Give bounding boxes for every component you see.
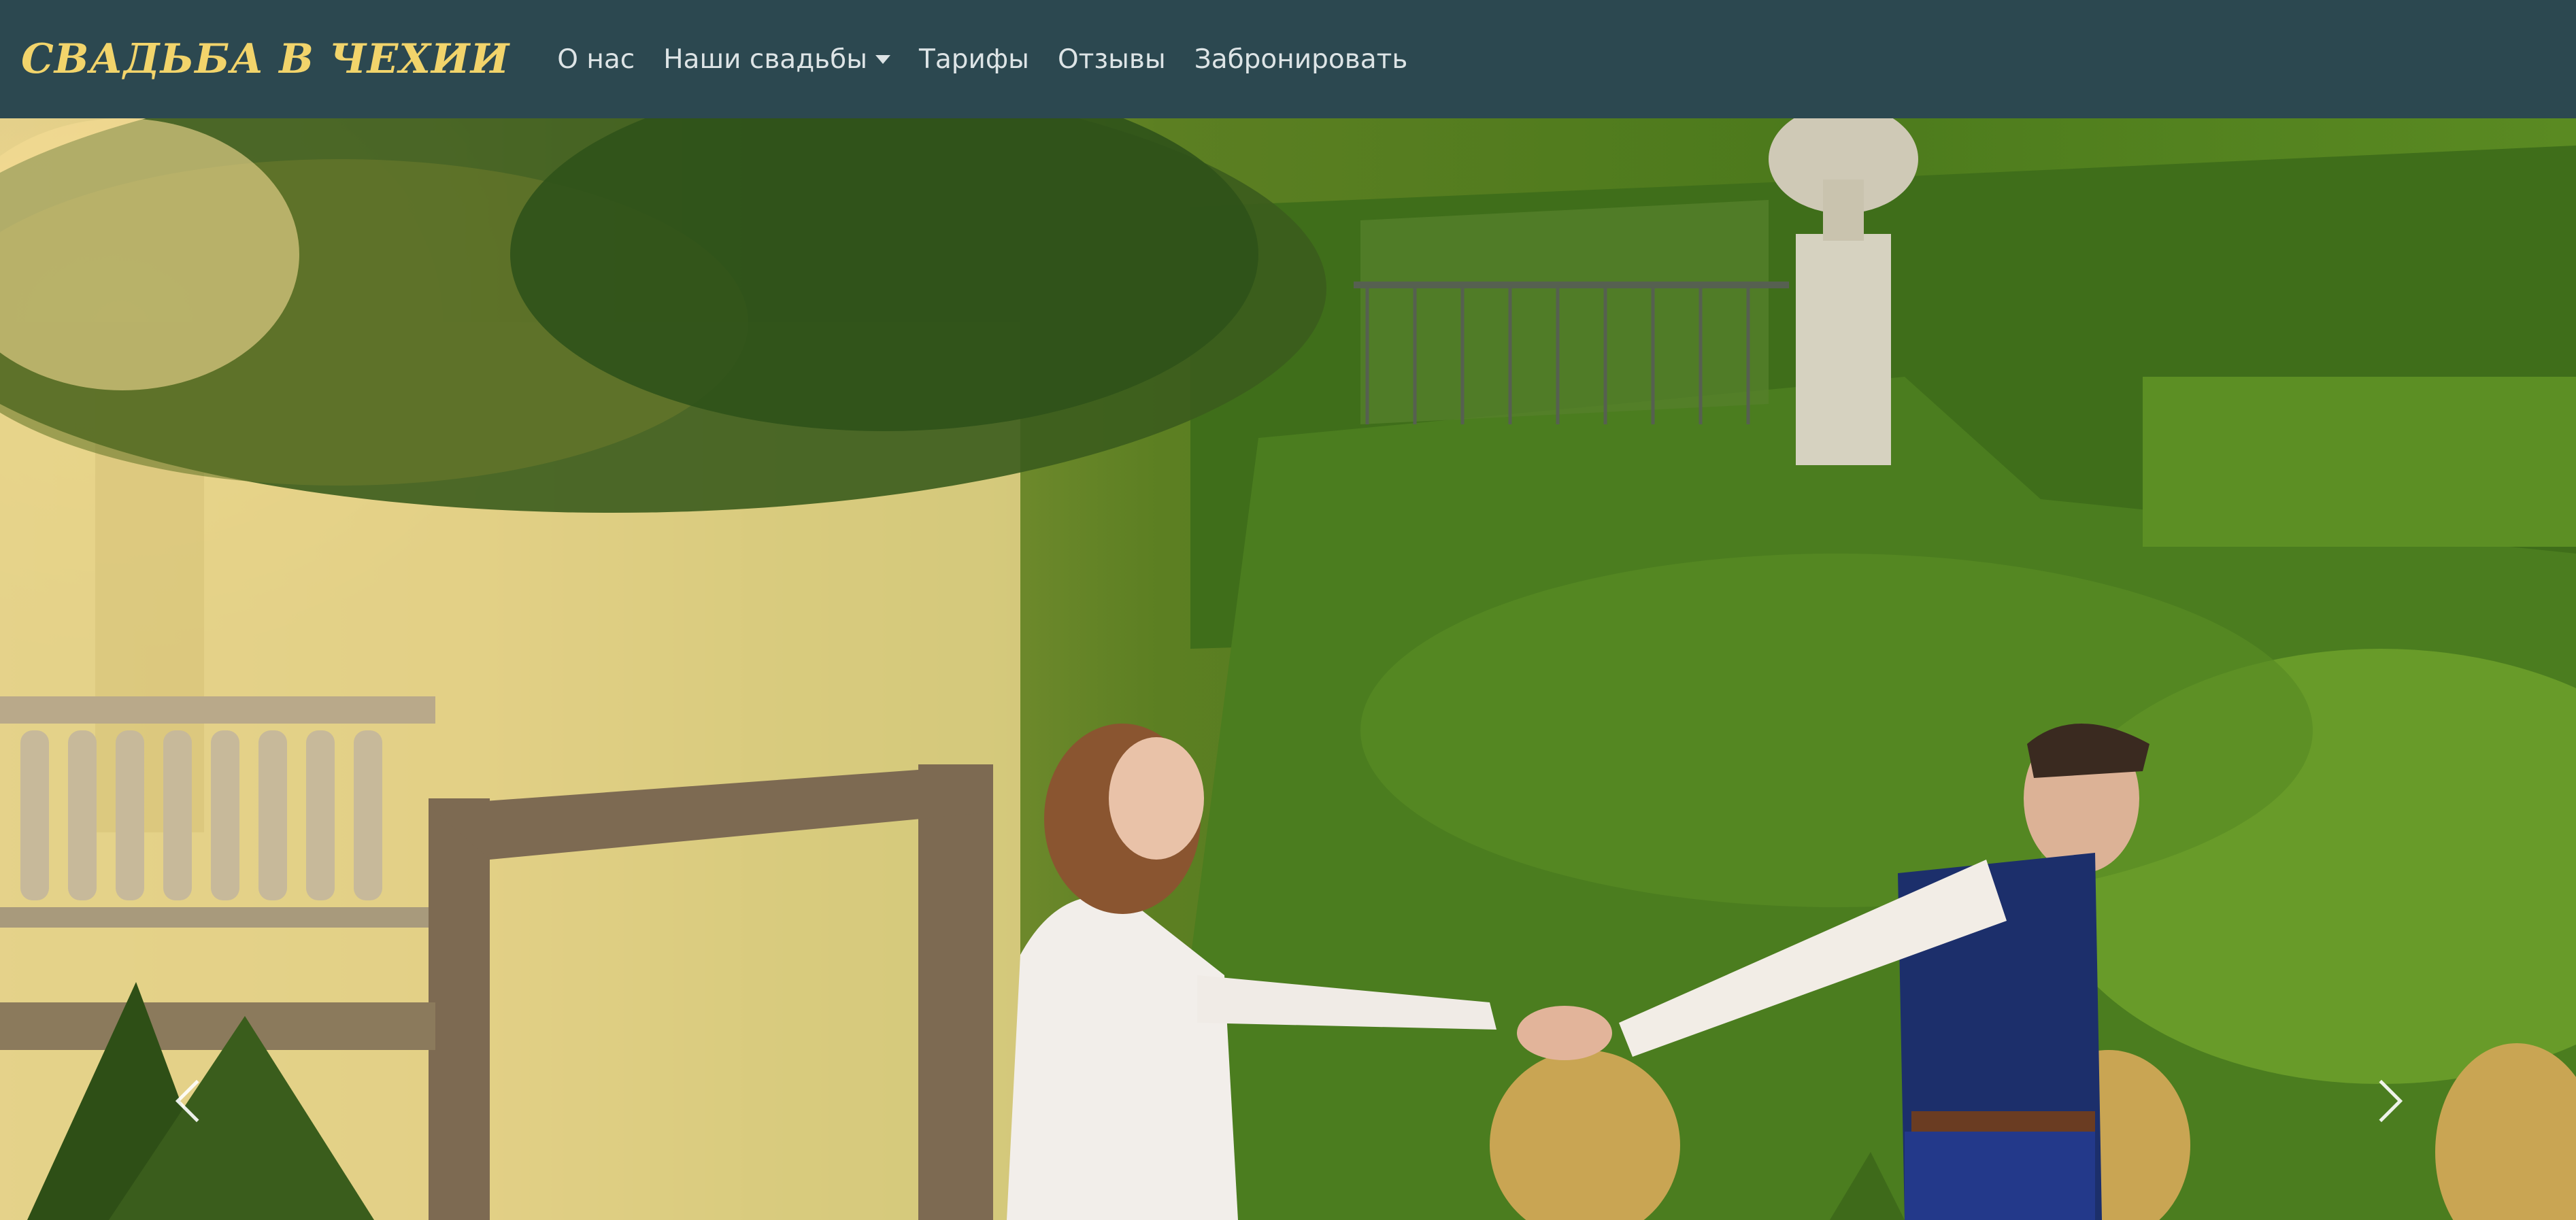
nav-link-about[interactable]: О нас [557, 44, 635, 75]
nav-link-our-weddings-label: Наши свадьбы [663, 44, 867, 75]
chevron-right-icon [2360, 1079, 2403, 1123]
nav-link-our-weddings[interactable]: Наши свадьбы [663, 44, 890, 75]
navbar: СВАДЬБА В ЧЕХИИ О нас Наши свадьбы Тариф… [0, 0, 2576, 118]
nav-link-tariffs[interactable]: Тарифы [919, 44, 1029, 75]
chevron-left-icon [175, 1079, 218, 1123]
caret-down-icon [875, 54, 890, 64]
nav-link-reviews[interactable]: Отзывы [1058, 44, 1166, 75]
nav-link-book[interactable]: Забронировать [1194, 44, 1408, 75]
hero-photo [0, 118, 2576, 1220]
nav-links: О нас Наши свадьбы Тарифы Отзывы Заброни… [557, 44, 1436, 75]
brand-logo[interactable]: СВАДЬБА В ЧЕХИИ [21, 35, 509, 83]
carousel-next-button[interactable] [2339, 945, 2434, 1220]
hero-carousel [0, 118, 2576, 1220]
carousel-prev-button[interactable] [144, 945, 239, 1220]
